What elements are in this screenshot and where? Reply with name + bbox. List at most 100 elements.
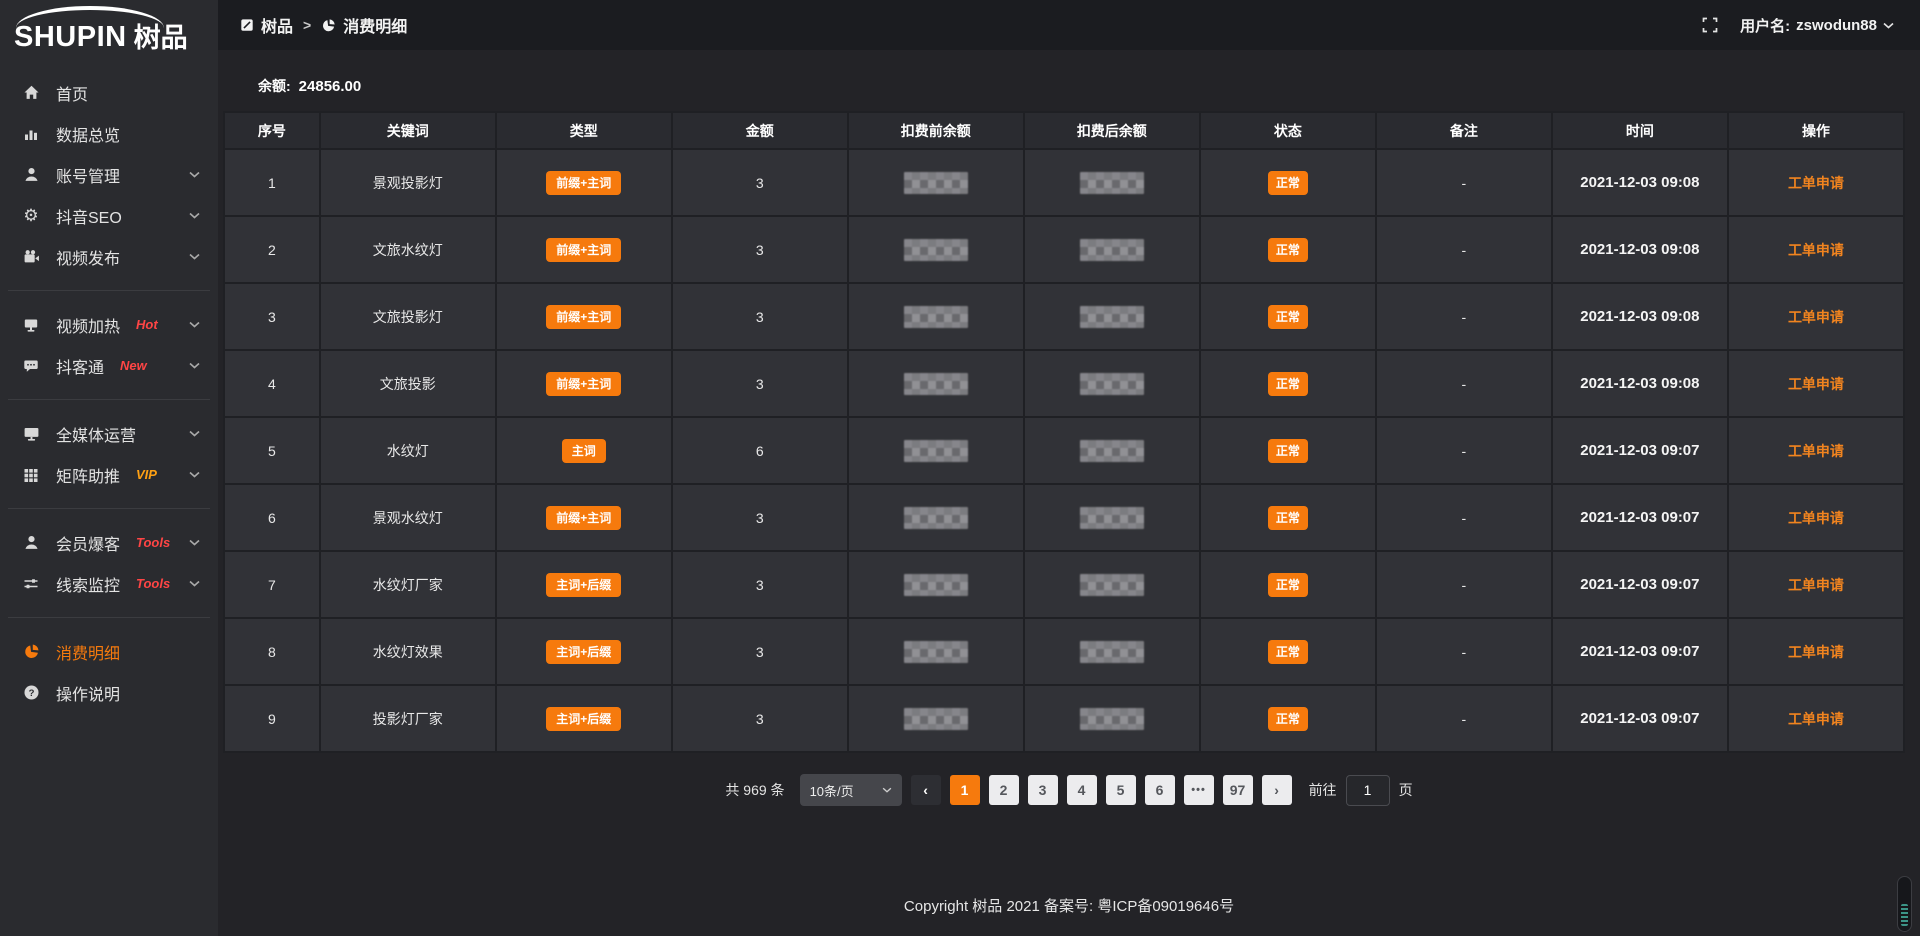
status-badge: 正常 bbox=[1268, 707, 1308, 731]
cell-index: 8 bbox=[224, 618, 320, 685]
user-menu[interactable]: 用户名: zswodun88 bbox=[1740, 15, 1894, 36]
status-badge: 正常 bbox=[1268, 640, 1308, 664]
redacted-value bbox=[1080, 172, 1144, 194]
pie-chart-icon bbox=[321, 18, 336, 33]
copyright-text: Copyright 树品 2021 备案号: 粤ICP备09019646号 bbox=[904, 895, 1234, 916]
column-header: 时间 bbox=[1552, 112, 1728, 149]
page-button[interactable]: 4 bbox=[1067, 775, 1097, 805]
redacted-value bbox=[904, 641, 968, 663]
cell-remark: - bbox=[1376, 417, 1552, 484]
sidebar-item-home[interactable]: 首页 bbox=[0, 72, 218, 113]
brand-logo[interactable]: SHUPIN 树品 bbox=[0, 0, 218, 58]
cell-index: 1 bbox=[224, 149, 320, 216]
sidebar-item-account-management[interactable]: 账号管理 bbox=[0, 154, 218, 195]
hot-tag: Hot bbox=[136, 317, 158, 332]
sidebar-item-data-overview[interactable]: 数据总览 bbox=[0, 113, 218, 154]
vip-tag: VIP bbox=[136, 467, 157, 482]
page-button[interactable]: 6 bbox=[1145, 775, 1175, 805]
chevron-down-icon bbox=[189, 171, 200, 178]
work-order-link[interactable]: 工单申请 bbox=[1788, 242, 1844, 258]
page-ellipsis-button[interactable]: ••• bbox=[1184, 775, 1214, 805]
chevron-down-icon bbox=[189, 321, 200, 328]
chevron-down-icon bbox=[189, 362, 200, 369]
sidebar-item-video-publish[interactable]: 视频发布 bbox=[0, 236, 218, 277]
cell-balance-before bbox=[848, 551, 1024, 618]
cell-time: 2021-12-03 09:08 bbox=[1552, 216, 1728, 283]
cell-keyword: 水纹灯厂家 bbox=[320, 551, 496, 618]
gear-icon: ⚙ bbox=[22, 207, 40, 225]
screen-icon bbox=[22, 316, 40, 334]
cell-remark: - bbox=[1376, 685, 1552, 752]
sidebar-item-douketong[interactable]: 抖客通 New bbox=[0, 345, 218, 386]
work-order-link[interactable]: 工单申请 bbox=[1788, 510, 1844, 526]
breadcrumb-current[interactable]: 消费明细 bbox=[321, 13, 407, 37]
cell-balance-after bbox=[1024, 216, 1200, 283]
page-size-select[interactable]: 10条/页 bbox=[800, 774, 902, 806]
next-page-button[interactable]: › bbox=[1262, 775, 1292, 805]
fullscreen-icon[interactable] bbox=[1702, 17, 1718, 33]
user-icon bbox=[22, 166, 40, 184]
prev-page-button[interactable]: ‹ bbox=[911, 775, 941, 805]
cell-remark: - bbox=[1376, 149, 1552, 216]
goto-page-input[interactable] bbox=[1346, 775, 1390, 806]
cell-time: 2021-12-03 09:07 bbox=[1552, 618, 1728, 685]
sidebar-item-all-media[interactable]: 全媒体运营 bbox=[0, 413, 218, 454]
breadcrumb-root[interactable]: 树品 bbox=[240, 13, 293, 37]
cell-balance-after bbox=[1024, 551, 1200, 618]
cell-type: 前缀+主词 bbox=[496, 350, 672, 417]
sidebar-item-lead-monitor[interactable]: 线索监控 Tools bbox=[0, 563, 218, 604]
scrollbar-widget[interactable] bbox=[1897, 876, 1912, 932]
total-count: 共 969 条 bbox=[725, 780, 784, 800]
sidebar-item-matrix-boost[interactable]: 矩阵助推 VIP bbox=[0, 454, 218, 495]
sidebar-item-label: 操作说明 bbox=[56, 681, 120, 705]
table-row: 6 景观水纹灯 前缀+主词 3 正常 - 2021-12-03 09:07 工单… bbox=[224, 484, 1904, 551]
work-order-link[interactable]: 工单申请 bbox=[1788, 644, 1844, 660]
footer: Copyright 树品 2021 备案号: 粤ICP备09019646号 bbox=[218, 874, 1920, 936]
cell-balance-after bbox=[1024, 484, 1200, 551]
cell-amount: 3 bbox=[672, 551, 848, 618]
work-order-link[interactable]: 工单申请 bbox=[1788, 443, 1844, 459]
work-order-link[interactable]: 工单申请 bbox=[1788, 175, 1844, 191]
sidebar-item-consumption-detail[interactable]: 消费明细 bbox=[0, 631, 218, 672]
sidebar-item-label: 会员爆客 bbox=[56, 531, 120, 555]
sidebar: SHUPIN 树品 首页 数据总览 账号管理 bbox=[0, 0, 218, 936]
work-order-link[interactable]: 工单申请 bbox=[1788, 309, 1844, 325]
sidebar-item-label: 数据总览 bbox=[56, 122, 120, 146]
type-badge: 主词 bbox=[562, 439, 606, 463]
cell-type: 主词+后缀 bbox=[496, 685, 672, 752]
work-order-link[interactable]: 工单申请 bbox=[1788, 577, 1844, 593]
cell-action: 工单申请 bbox=[1728, 551, 1904, 618]
table-body: 1 景观投影灯 前缀+主词 3 正常 - 2021-12-03 09:08 工单… bbox=[224, 149, 1904, 752]
cell-index: 6 bbox=[224, 484, 320, 551]
cell-balance-after bbox=[1024, 350, 1200, 417]
page-button[interactable]: 3 bbox=[1028, 775, 1058, 805]
type-badge: 前缀+主词 bbox=[546, 506, 621, 530]
cell-keyword: 投影灯厂家 bbox=[320, 685, 496, 752]
page-button[interactable]: 1 bbox=[950, 775, 980, 805]
sidebar-item-video-heat[interactable]: 视频加热 Hot bbox=[0, 304, 218, 345]
dashboard-icon bbox=[240, 18, 254, 32]
member-icon bbox=[22, 534, 40, 552]
cell-remark: - bbox=[1376, 350, 1552, 417]
cell-time: 2021-12-03 09:08 bbox=[1552, 149, 1728, 216]
menu-divider bbox=[8, 508, 210, 509]
logo-text-cn: 树品 bbox=[134, 25, 188, 52]
cell-keyword: 文旅水纹灯 bbox=[320, 216, 496, 283]
cell-time: 2021-12-03 09:07 bbox=[1552, 484, 1728, 551]
column-header: 扣费前余额 bbox=[848, 112, 1024, 149]
page-button[interactable]: 97 bbox=[1223, 775, 1253, 805]
work-order-link[interactable]: 工单申请 bbox=[1788, 376, 1844, 392]
sidebar-item-instructions[interactable]: ? 操作说明 bbox=[0, 672, 218, 713]
work-order-link[interactable]: 工单申请 bbox=[1788, 711, 1844, 727]
status-badge: 正常 bbox=[1268, 171, 1308, 195]
username-label: 用户名: bbox=[1740, 15, 1790, 36]
sidebar-item-member-burst[interactable]: 会员爆客 Tools bbox=[0, 522, 218, 563]
cell-keyword: 文旅投影灯 bbox=[320, 283, 496, 350]
cell-amount: 3 bbox=[672, 618, 848, 685]
table-header-row: 序号关键词类型金额扣费前余额扣费后余额状态备注时间操作 bbox=[224, 112, 1904, 149]
cell-index: 5 bbox=[224, 417, 320, 484]
page-button[interactable]: 5 bbox=[1106, 775, 1136, 805]
redacted-value bbox=[904, 172, 968, 194]
page-button[interactable]: 2 bbox=[989, 775, 1019, 805]
sidebar-item-douyin-seo[interactable]: ⚙ 抖音SEO bbox=[0, 195, 218, 236]
